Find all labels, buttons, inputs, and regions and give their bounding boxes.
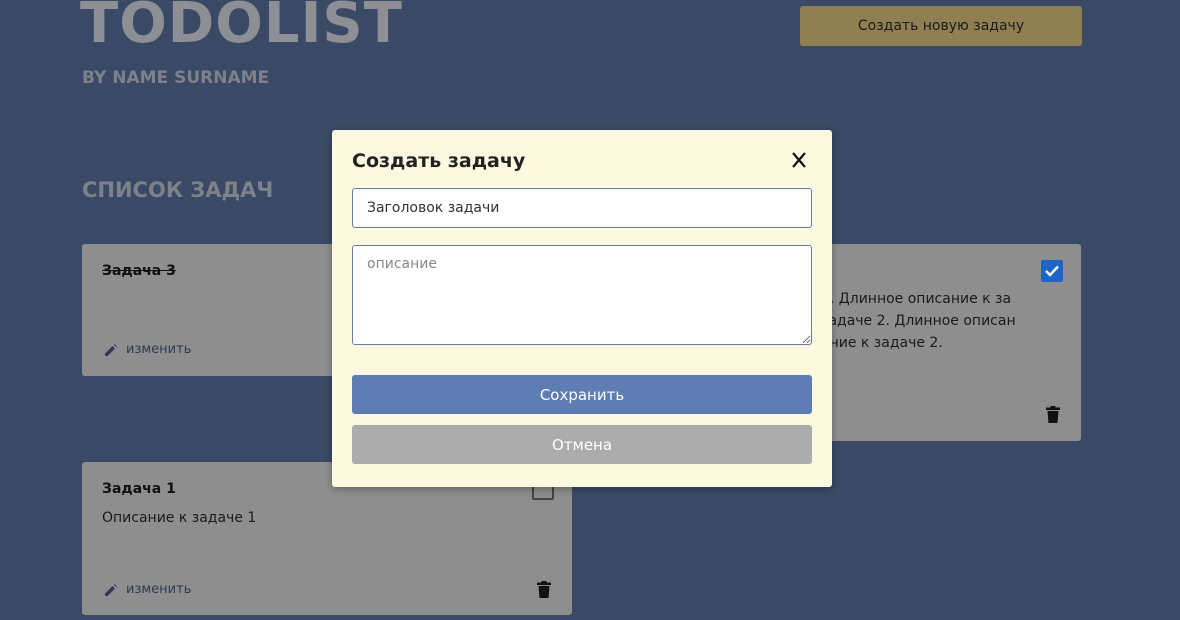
description-line: 2. Длинное описание к за [821, 291, 1012, 307]
description-line: ание к задаче 2. [821, 335, 943, 351]
modal-title: Создать задачу [352, 150, 526, 172]
task-list-title: СПИСОК ЗАДАЧ [82, 178, 274, 202]
pencil-icon [105, 343, 117, 356]
create-task-modal: Создать задачу Сохранить Отмена [332, 130, 832, 487]
edit-label: изменить [126, 342, 192, 357]
checkmark-icon [1045, 265, 1059, 277]
description-line: задаче 2. Длинное описан [821, 313, 1016, 329]
edit-label: изменить [126, 582, 192, 597]
app-title: TODOLIST [80, 0, 403, 56]
cancel-button[interactable]: Отмена [352, 425, 812, 464]
task-description: 2. Длинное описание к за задаче 2. Длинн… [821, 288, 1016, 354]
task-title: Задача 1 [102, 481, 176, 497]
task-title-input[interactable] [352, 188, 812, 228]
task-description: Описание к задаче 1 [102, 510, 257, 526]
trash-icon[interactable] [537, 581, 551, 598]
app-subtitle: BY NAME SURNAME [82, 68, 270, 88]
task-done-checkbox[interactable] [1041, 260, 1063, 282]
task-title: Задача 3 [102, 263, 176, 279]
trash-icon[interactable] [1046, 406, 1060, 423]
create-task-button[interactable]: Создать новую задачу [800, 6, 1082, 46]
close-icon[interactable] [792, 152, 806, 168]
pencil-icon [105, 583, 117, 596]
edit-task-link[interactable]: изменить [104, 582, 191, 597]
save-button[interactable]: Сохранить [352, 375, 812, 414]
task-description-input[interactable] [352, 245, 812, 345]
edit-task-link[interactable]: изменить [104, 342, 191, 357]
